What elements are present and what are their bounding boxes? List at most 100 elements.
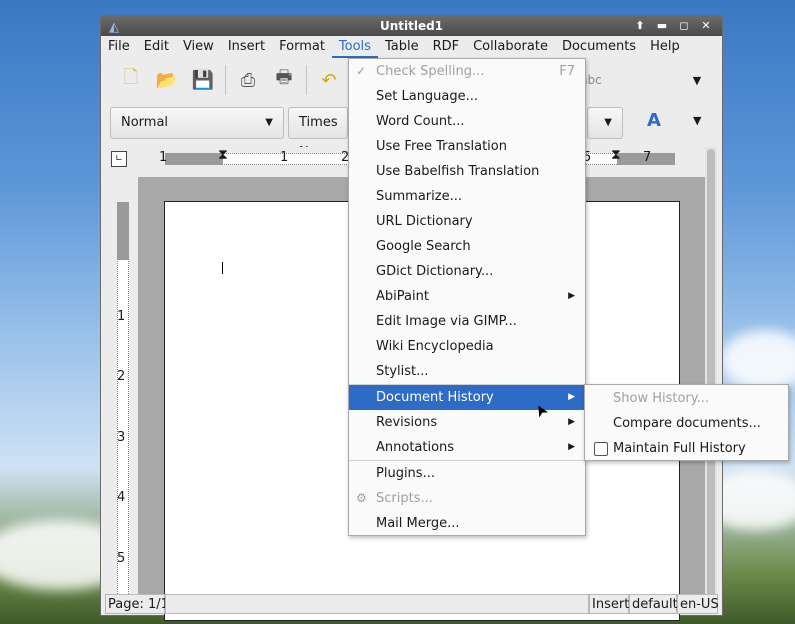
menu-format[interactable]: Format: [272, 36, 332, 58]
menu-item-check-spelling[interactable]: ✓ Check Spelling... F7: [349, 59, 585, 84]
menu-documents[interactable]: Documents: [555, 36, 643, 58]
maintain-history-checkbox[interactable]: [594, 442, 608, 456]
chevron-down-icon: ▼: [265, 117, 273, 128]
menu-view[interactable]: View: [176, 36, 221, 58]
menu-item-label: Revisions: [376, 415, 438, 430]
menu-tools[interactable]: Tools: [331, 36, 378, 58]
menu-item-show-history[interactable]: Show History...: [585, 386, 788, 411]
menu-table[interactable]: Table: [378, 36, 426, 58]
status-insert-mode: Insert: [589, 594, 629, 614]
paragraph-style-value: Normal: [121, 115, 169, 130]
ruler-margin-top: [117, 202, 129, 260]
indent-marker-icon[interactable]: ⧗: [611, 147, 621, 163]
ruler-label: 7: [643, 150, 652, 165]
menu-item-wiki[interactable]: Wiki Encyclopedia: [349, 334, 585, 359]
menu-item-mail-merge[interactable]: Mail Merge...: [349, 511, 585, 536]
tools-menu: ✓ Check Spelling... F7 Set Language... W…: [348, 58, 586, 536]
menu-item-free-translation[interactable]: Use Free Translation: [349, 134, 585, 159]
menu-item-label: Check Spelling...: [376, 64, 485, 79]
menu-item-abipaint[interactable]: AbiPaint ▶: [349, 284, 585, 309]
undo-icon[interactable]: ↶: [315, 66, 343, 94]
ruler-label: 3: [117, 430, 126, 445]
ruler-label: 1: [280, 150, 289, 165]
menu-item-google-search[interactable]: Google Search: [349, 234, 585, 259]
window-controls: ⬆ ▬ ◻ ✕: [630, 18, 716, 34]
menu-item-babelfish[interactable]: Use Babelfish Translation: [349, 159, 585, 184]
menu-item-set-language[interactable]: Set Language...: [349, 84, 585, 109]
indent-marker-icon[interactable]: ⧗: [218, 147, 228, 163]
menu-item-gdict[interactable]: GDict Dictionary...: [349, 259, 585, 284]
ruler-label: 1: [159, 150, 168, 165]
menu-rdf[interactable]: RDF: [426, 36, 467, 58]
title-bar[interactable]: ◭ Untitled1 ⬆ ▬ ◻ ✕: [101, 16, 722, 36]
menu-item-plugins[interactable]: Plugins...: [349, 461, 585, 486]
menu-item-label: Document History: [376, 390, 494, 405]
spellcheck-icon: ✓: [356, 64, 367, 78]
print-preview-icon[interactable]: ⎙: [234, 66, 262, 94]
menu-edit[interactable]: Edit: [137, 36, 176, 58]
status-bar: Page: 1/1 Insert default en-US: [105, 594, 719, 614]
menu-insert[interactable]: Insert: [221, 36, 272, 58]
vertical-scrollbar[interactable]: [705, 147, 717, 604]
shortcut-label: F7: [559, 64, 575, 79]
status-style: default: [629, 594, 678, 614]
text-color-icon[interactable]: A: [647, 110, 661, 131]
menu-item-label: Maintain Full History: [613, 441, 746, 456]
menu-item-url-dictionary[interactable]: URL Dictionary: [349, 209, 585, 234]
status-message: [165, 594, 589, 614]
submenu-arrow-icon: ▶: [568, 442, 575, 452]
gears-icon: ⚙: [356, 491, 367, 505]
toolbar-separator: [225, 65, 226, 95]
new-document-icon[interactable]: 🗋: [117, 66, 145, 94]
open-folder-icon[interactable]: 📂: [153, 66, 181, 94]
menu-collaborate[interactable]: Collaborate: [466, 36, 555, 58]
toolbar-overflow-icon[interactable]: ▼: [683, 66, 711, 94]
font-size-select[interactable]: ▼: [587, 107, 623, 139]
save-icon[interactable]: 💾: [189, 66, 217, 94]
shade-window-icon[interactable]: ⬆: [630, 18, 650, 34]
tab-stop-type-icon[interactable]: ∟: [111, 151, 127, 167]
minimize-window-icon[interactable]: ▬: [652, 18, 672, 34]
ruler-margin-left: [165, 153, 223, 165]
menu-item-summarize[interactable]: Summarize...: [349, 184, 585, 209]
document-history-submenu: Show History... Compare documents... Mai…: [584, 384, 789, 461]
menu-item-compare-documents[interactable]: Compare documents...: [585, 411, 788, 436]
paragraph-style-select[interactable]: Normal ▼: [110, 107, 284, 139]
menu-item-edit-gimp[interactable]: Edit Image via GIMP...: [349, 309, 585, 334]
menu-item-label: AbiPaint: [376, 289, 429, 304]
menu-item-revisions[interactable]: Revisions ▶: [349, 410, 585, 435]
chevron-down-icon: ▼: [604, 117, 612, 128]
submenu-arrow-icon: ▶: [568, 291, 575, 301]
toolbar-separator: [306, 65, 307, 95]
abiword-app-icon: ◭: [109, 20, 119, 35]
window-title: Untitled1: [379, 19, 444, 33]
ruler-label: 1: [117, 309, 126, 324]
menu-item-maintain-full-history[interactable]: Maintain Full History: [585, 436, 788, 461]
close-window-icon[interactable]: ✕: [696, 18, 716, 34]
font-family-select[interactable]: Times N: [288, 107, 348, 160]
scrollbar-thumb[interactable]: [707, 149, 715, 602]
desktop-cloud: [720, 330, 795, 390]
ruler-label: 2: [117, 369, 126, 384]
status-page: Page: 1/1: [105, 594, 169, 614]
menu-file[interactable]: File: [101, 36, 137, 58]
menu-item-scripts[interactable]: ⚙ Scripts...: [349, 486, 585, 511]
menu-item-label: Scripts...: [376, 491, 433, 506]
submenu-arrow-icon: ▶: [568, 392, 575, 402]
vertical-ruler[interactable]: 1 2 3 4 5: [107, 176, 131, 604]
status-language: en-US: [677, 594, 719, 614]
menu-help[interactable]: Help: [643, 36, 687, 58]
ruler-strip: [117, 202, 129, 602]
menu-bar: File Edit View Insert Format Tools Table…: [101, 36, 722, 58]
ruler-label: 4: [117, 490, 126, 505]
menu-item-annotations[interactable]: Annotations ▶: [349, 435, 585, 460]
print-icon[interactable]: 🖶: [270, 66, 298, 94]
text-caret: [222, 262, 223, 274]
toolbar-overflow-icon[interactable]: ▼: [693, 114, 701, 127]
menu-item-word-count[interactable]: Word Count...: [349, 109, 585, 134]
submenu-arrow-icon: ▶: [568, 417, 575, 427]
menu-item-label: Annotations: [376, 440, 455, 455]
menu-item-stylist[interactable]: Stylist...: [349, 359, 585, 384]
maximize-window-icon[interactable]: ◻: [674, 18, 694, 34]
ruler-label: 5: [117, 551, 126, 566]
